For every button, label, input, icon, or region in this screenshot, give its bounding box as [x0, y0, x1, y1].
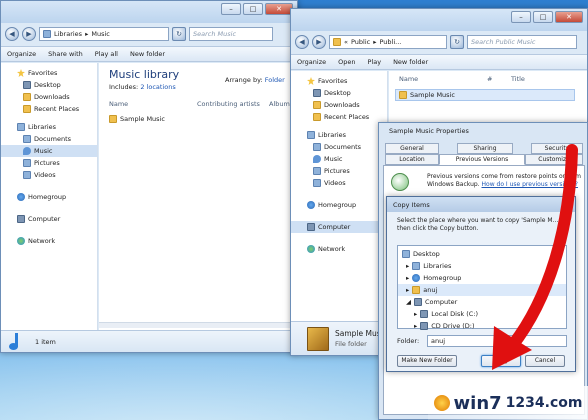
red-arrow-annotation — [492, 144, 578, 370]
watermark-logo-icon — [433, 395, 450, 411]
watermark-text: win7 — [453, 392, 502, 414]
watermark: win7 1234.com — [428, 386, 588, 420]
watermark-domain: 1234.com — [505, 395, 583, 411]
